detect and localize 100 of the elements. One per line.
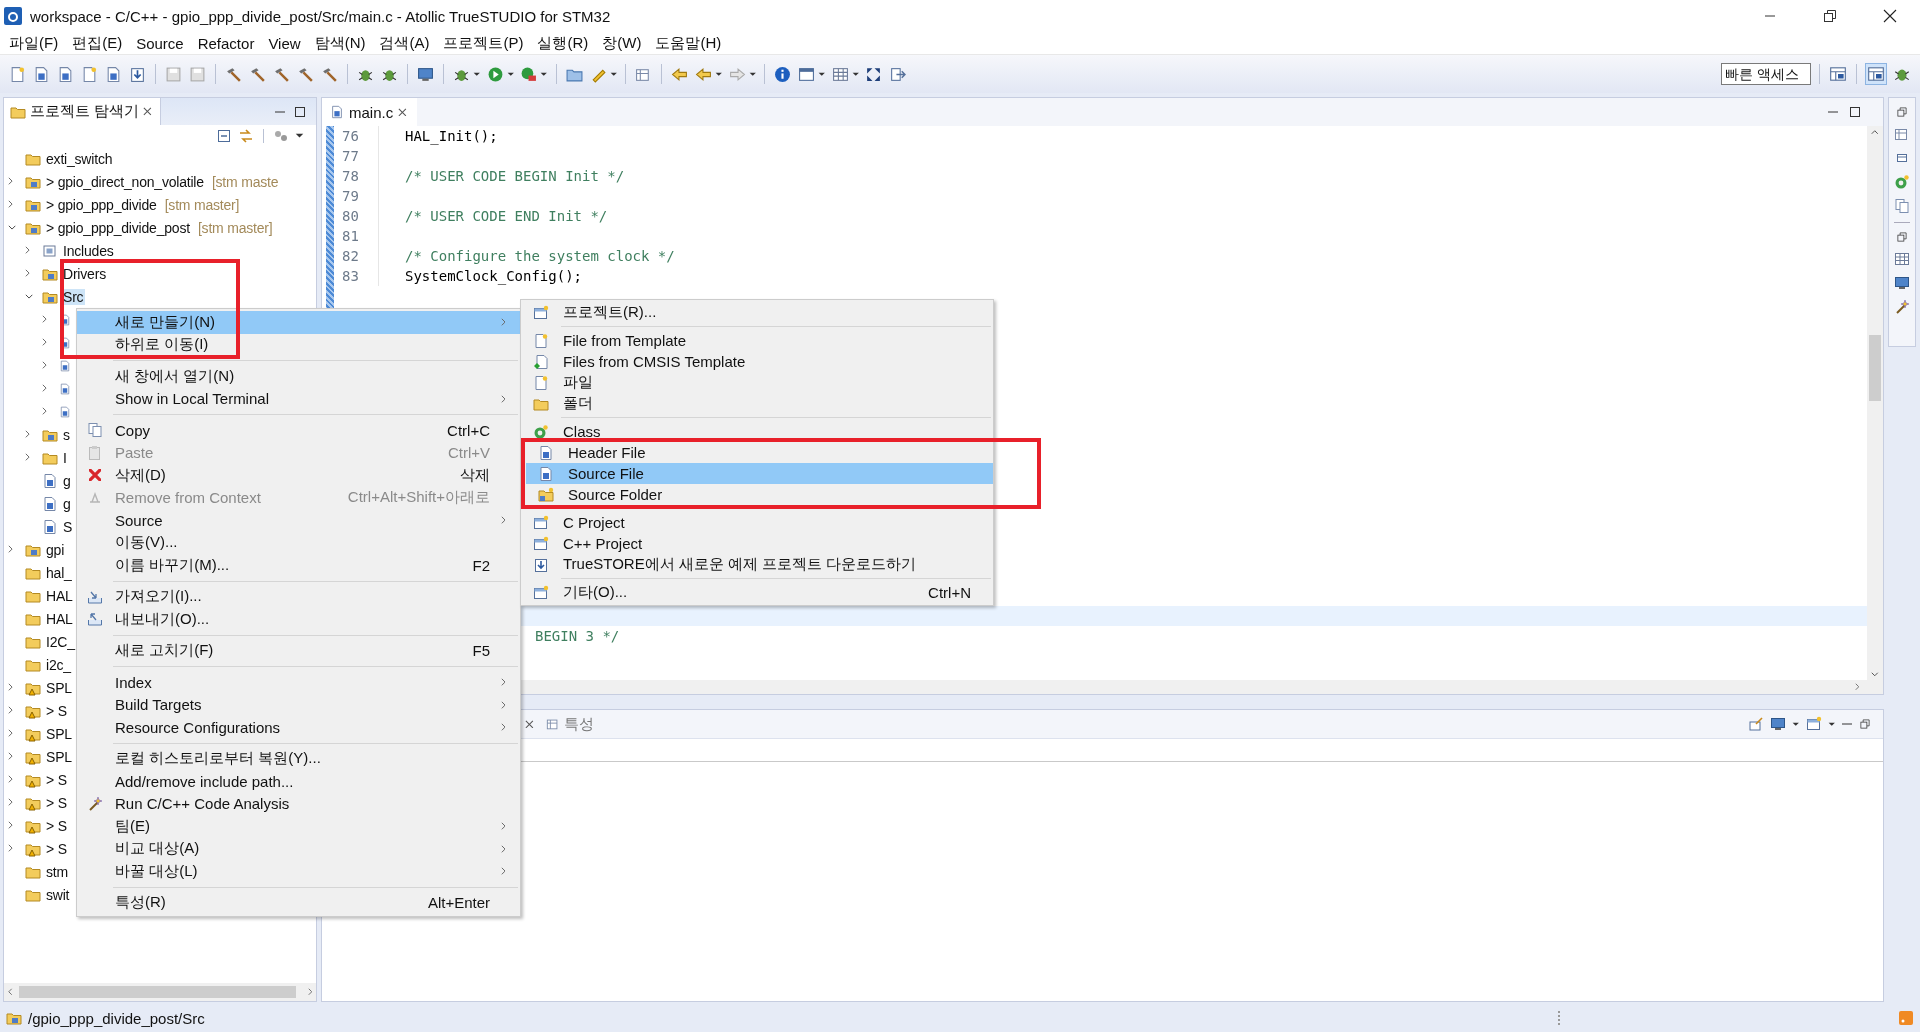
menu-item[interactable]: 도움말(H)	[648, 33, 729, 53]
menu-item[interactable]: 바꿀 대상(L)	[77, 860, 520, 883]
window-icon[interactable]	[798, 65, 815, 83]
menu-item[interactable]: 새로 만들기(N)	[77, 311, 520, 334]
menu-item[interactable]: 특성(R) Alt+Enter	[77, 891, 520, 914]
menu-item[interactable]: Source	[77, 509, 520, 532]
menu-item[interactable]: 삭제(D) 삭제	[77, 464, 520, 487]
caret-icon[interactable]	[1792, 721, 1800, 727]
tree-item[interactable]: SPL	[44, 679, 74, 696]
console-icon[interactable]	[1894, 275, 1910, 291]
scrollbar[interactable]	[4, 983, 316, 1001]
menu-item[interactable]: 프로젝트(R)...	[521, 302, 993, 323]
display-icon[interactable]	[1770, 716, 1786, 732]
tree-item[interactable]: g	[61, 495, 73, 512]
quick-access-field[interactable]: 빠른 액세스	[1721, 63, 1811, 85]
tree-item[interactable]: i2c_	[44, 656, 73, 673]
document-icon[interactable]	[1894, 198, 1910, 214]
view-menu-icon[interactable]	[295, 133, 304, 139]
caret-icon[interactable]	[473, 71, 481, 77]
hammer-icon[interactable]	[249, 65, 266, 83]
maximize-icon[interactable]	[1847, 104, 1863, 120]
menu-item[interactable]: Source Folder	[526, 484, 993, 505]
menu-item[interactable]: 팀(E)	[77, 815, 520, 838]
minimize-icon[interactable]	[274, 110, 286, 113]
scroll-thumb[interactable]	[1869, 334, 1881, 401]
menu-item[interactable]: 이동(V)...	[77, 531, 520, 554]
menu-item[interactable]: 새로 고치기(F) F5	[77, 639, 520, 662]
run-tool-icon[interactable]	[520, 65, 537, 83]
menu-item[interactable]: C Project	[521, 512, 993, 533]
tree-item[interactable]: > S	[44, 794, 69, 811]
tree-item[interactable]: Includes	[61, 242, 116, 259]
menu-item[interactable]: Class	[521, 421, 993, 442]
menu-item[interactable]: 가져오기(I)...	[77, 585, 520, 608]
exit-icon[interactable]	[889, 65, 906, 83]
minimize-icon[interactable]	[1841, 723, 1853, 725]
menu-item[interactable]: 파일(F)	[2, 33, 66, 53]
monitor-icon[interactable]	[417, 65, 434, 83]
tree-item[interactable]: swit	[44, 886, 72, 903]
tree-item[interactable]: HAL	[44, 587, 75, 604]
tree-item[interactable]: > S	[44, 771, 69, 788]
perspective-button[interactable]	[1865, 63, 1887, 85]
menu-item[interactable]: 실행(R)	[530, 33, 596, 53]
caret-icon[interactable]	[540, 71, 548, 77]
editor-tab[interactable]: main.c	[322, 98, 417, 126]
new-file-icon[interactable]	[105, 65, 122, 83]
panel-tab[interactable]: 특성	[545, 714, 594, 734]
menu-item[interactable]: Build Targets	[77, 693, 520, 716]
menu-item[interactable]: Source	[129, 34, 191, 52]
menu-item[interactable]: 검색(A)	[372, 33, 437, 53]
tree-item[interactable]: S	[61, 518, 75, 535]
menu-item[interactable]: Copy Ctrl+C	[77, 419, 520, 442]
menu-item[interactable]: 편집(E)	[65, 33, 130, 53]
tree-item[interactable]: SPL	[44, 748, 74, 765]
restore-icon[interactable]	[1896, 106, 1908, 118]
hammer-icon[interactable]	[321, 65, 338, 83]
info-icon[interactable]	[774, 65, 791, 83]
scrollbar[interactable]	[1867, 126, 1883, 680]
menu-item[interactable]: Header File	[526, 442, 993, 463]
tree-item[interactable]: SPL	[44, 725, 74, 742]
menu-item[interactable]: TrueSTORE에서 새로운 예제 프로젝트 다운로드하기	[521, 554, 993, 575]
back-icon[interactable]	[671, 65, 688, 83]
menu-item[interactable]: Run C/C++ Code Analysis	[77, 792, 520, 815]
tree-item[interactable]: > gpio_direct_non_volatile	[44, 173, 206, 190]
menu-item[interactable]: 하위로 이동(I)	[77, 333, 520, 356]
hammer-icon[interactable]	[225, 65, 242, 83]
restore-icon[interactable]	[1896, 231, 1908, 243]
menu-item[interactable]: 폴더	[521, 393, 993, 414]
new-file-icon[interactable]	[57, 65, 74, 83]
caret-icon[interactable]	[715, 71, 723, 77]
tree-item[interactable]: gpi	[44, 541, 67, 558]
tree-item[interactable]: g	[61, 472, 73, 489]
close-icon[interactable]	[398, 107, 407, 117]
wand-icon[interactable]	[1894, 299, 1910, 315]
tree-item[interactable]: hal_	[44, 564, 74, 581]
grid-icon[interactable]	[831, 65, 849, 83]
menu-item[interactable]: 비교 대상(A)	[77, 837, 520, 860]
tree-item[interactable]: I2C_	[44, 633, 77, 650]
download-icon[interactable]	[129, 65, 146, 83]
tree-item[interactable]: > S	[44, 840, 69, 857]
hammer-icon[interactable]	[297, 65, 314, 83]
menu-item[interactable]: Source File	[526, 463, 993, 484]
menu-item[interactable]: Files from CMSIS Template	[521, 351, 993, 372]
menu-item[interactable]: 기타(O)... Ctrl+N	[521, 582, 993, 603]
menu-item[interactable]: 이름 바꾸기(M)... F2	[77, 554, 520, 577]
collapse-all-icon[interactable]	[216, 128, 232, 144]
menu-item[interactable]: 로컬 히스토리로부터 복원(Y)...	[77, 747, 520, 770]
caret-icon[interactable]	[609, 71, 617, 77]
back-arrow-icon[interactable]	[695, 65, 712, 83]
menu-item[interactable]: Add/remove include path...	[77, 770, 520, 793]
caret-icon[interactable]	[1827, 721, 1835, 727]
caret-icon[interactable]	[506, 71, 514, 77]
link-icon[interactable]	[238, 128, 254, 144]
tree-item[interactable]: > gpio_ppp_divide	[44, 196, 159, 213]
menu-item[interactable]: C++ Project	[521, 533, 993, 554]
menu-item[interactable]: 파일	[521, 372, 993, 393]
menu-item[interactable]: Index	[77, 671, 520, 694]
tree-item[interactable]: I	[61, 449, 69, 466]
tree-item[interactable]: exti_switch	[44, 150, 115, 167]
new-file-icon[interactable]	[81, 65, 98, 83]
close-icon[interactable]	[525, 719, 534, 729]
